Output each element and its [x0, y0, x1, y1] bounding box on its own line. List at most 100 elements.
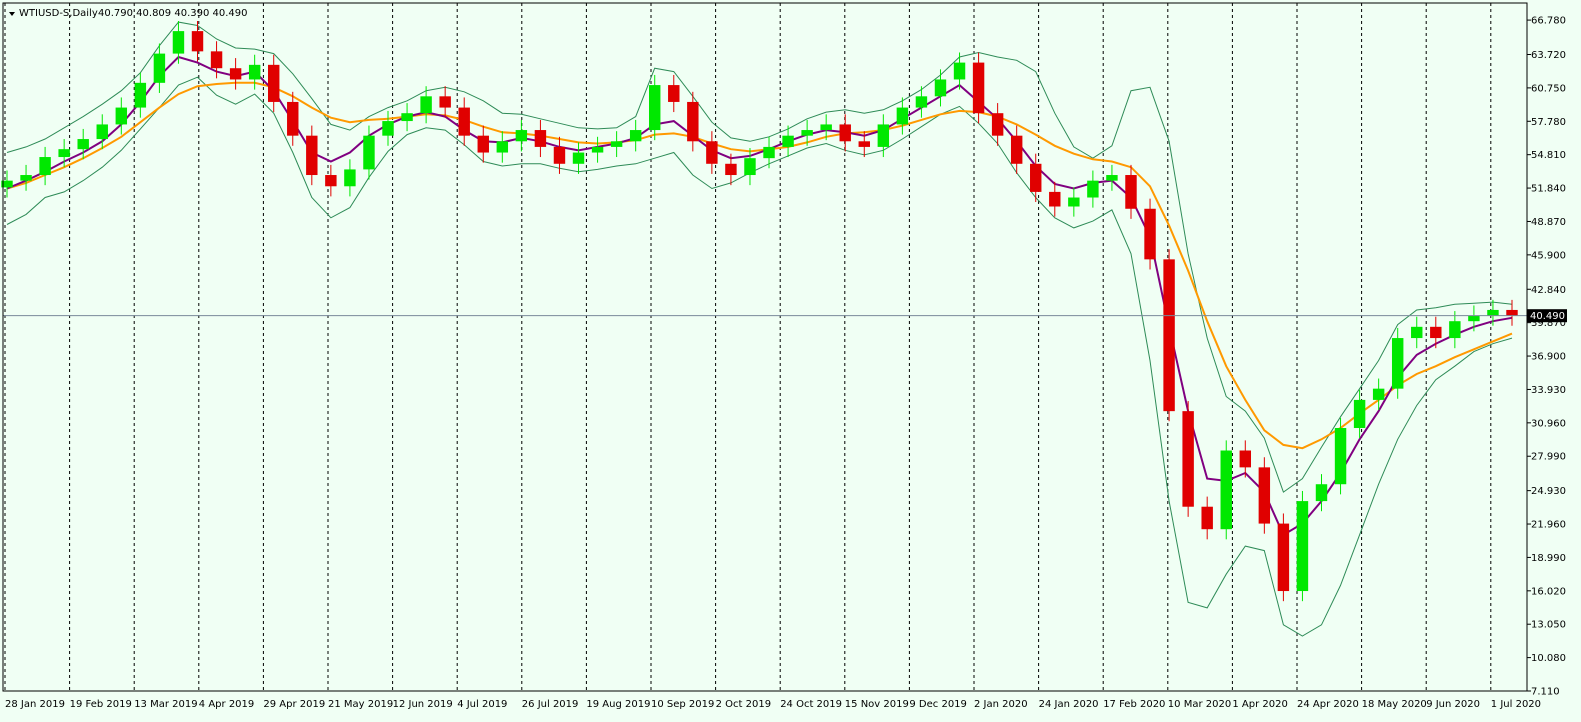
- candle-body: [20, 175, 32, 181]
- x-tick-label: 26 Jul 2019: [522, 699, 579, 710]
- y-tick-label: 63.720: [1531, 50, 1566, 61]
- y-tick-label: 7.110: [1531, 687, 1560, 698]
- candle-body: [439, 96, 451, 108]
- x-tick-label: 10 Mar 2020: [1168, 699, 1231, 710]
- candle-body: [267, 64, 280, 102]
- x-tick-label: 12 Jun 2019: [393, 699, 453, 710]
- candle-body: [782, 135, 794, 147]
- plot-background: [0, 0, 1581, 722]
- y-tick-label: 18.990: [1531, 553, 1566, 564]
- candle-body: [77, 139, 89, 150]
- candle-body: [191, 31, 204, 52]
- candle-body: [401, 113, 413, 122]
- x-tick-label: 19 Aug 2019: [586, 699, 650, 710]
- candle-body: [248, 64, 261, 80]
- last-price-label: 40.490: [1527, 309, 1567, 323]
- candle-body: [858, 141, 870, 147]
- chart-symbol: WTIUSD-S,Daily: [19, 8, 98, 19]
- x-tick-label: 24 Jan 2020: [1039, 699, 1099, 710]
- candle-body: [991, 113, 1004, 136]
- candle-body: [134, 82, 147, 108]
- x-tick-label: 29 Apr 2019: [263, 699, 325, 710]
- last-price-value: 40.490: [1530, 311, 1565, 322]
- x-tick-label: 21 May 2019: [328, 699, 393, 710]
- candle-body: [344, 169, 356, 187]
- price-chart[interactable]: 66.780 63.720 60.750 57.780 54.810 51.840 48.8…: [0, 0, 1581, 722]
- x-tick-label: 18 May 2020: [1362, 699, 1427, 710]
- candle-body: [1391, 338, 1404, 389]
- candle-body: [706, 141, 718, 164]
- x-tick-label: 24 Oct 2019: [780, 699, 842, 710]
- candle-body: [1334, 428, 1347, 485]
- candle-body: [1087, 180, 1099, 198]
- candle-body: [687, 101, 699, 142]
- y-tick-label: 10.080: [1531, 653, 1566, 664]
- candle-body: [1163, 259, 1175, 412]
- candle-body: [1049, 191, 1061, 207]
- x-tick-label: 9 Dec 2019: [909, 699, 967, 710]
- candle-body: [572, 152, 585, 164]
- x-tick-label: 13 Mar 2019: [134, 699, 197, 710]
- y-tick-label: 30.960: [1531, 418, 1566, 429]
- candle-body: [229, 68, 242, 80]
- x-tick-label: 9 Jun 2020: [1426, 699, 1480, 710]
- candle-body: [668, 85, 680, 102]
- candle-body: [115, 107, 128, 125]
- x-tick-label: 19 Feb 2019: [70, 699, 132, 710]
- candle-body: [1030, 163, 1042, 192]
- candle-body: [1068, 197, 1080, 207]
- candle-body: [96, 124, 108, 140]
- candle-body: [534, 130, 547, 147]
- candle-body: [629, 130, 642, 142]
- candle-body: [744, 158, 756, 176]
- candle-body: [1468, 315, 1480, 322]
- y-tick-label: 36.900: [1531, 352, 1566, 363]
- x-tick-label: 2 Jan 2020: [974, 699, 1028, 710]
- candle-body: [1353, 399, 1366, 429]
- candle-body: [1220, 450, 1232, 530]
- x-tick-label: 4 Apr 2019: [199, 699, 254, 710]
- candle-body: [306, 135, 318, 176]
- candle-body: [877, 124, 890, 147]
- candle-body: [972, 62, 985, 114]
- candle-body: [1430, 326, 1442, 339]
- candle-body: [610, 141, 623, 147]
- y-tick-label: 33.930: [1531, 385, 1566, 396]
- price-axis[interactable]: 66.780 63.720 60.750 57.780 54.810 51.840 48.8…: [1527, 16, 1566, 698]
- x-tick-label: 2 Oct 2019: [716, 699, 771, 710]
- candle-body: [839, 124, 851, 142]
- candle-body: [1125, 175, 1137, 209]
- y-tick-label: 42.840: [1531, 285, 1566, 296]
- candle-body: [1506, 309, 1518, 316]
- x-tick-label: 15 Nov 2019: [845, 699, 909, 710]
- candle-body: [1487, 309, 1499, 316]
- candle-body: [896, 107, 909, 125]
- candle-body: [515, 130, 528, 142]
- x-tick-label: 24 Apr 2020: [1297, 699, 1359, 710]
- candle-body: [1144, 208, 1156, 260]
- candle-body: [1201, 506, 1213, 530]
- candle-body: [58, 149, 70, 158]
- candle-body: [325, 175, 337, 187]
- candle-body: [1411, 326, 1423, 339]
- candle-body: [1372, 388, 1385, 400]
- candle-body: [725, 163, 737, 176]
- candle-body: [820, 124, 832, 131]
- candle-body: [1010, 135, 1023, 164]
- y-tick-label: 48.870: [1531, 217, 1566, 228]
- candle-body: [363, 135, 375, 170]
- candle-body: [210, 51, 223, 69]
- y-tick-label: 54.810: [1531, 150, 1566, 161]
- candle-body: [458, 107, 470, 136]
- candle-body: [1449, 321, 1461, 339]
- candle-body: [1277, 523, 1290, 592]
- x-tick-label: 17 Feb 2020: [1103, 699, 1165, 710]
- candle-body: [649, 85, 661, 131]
- candle-body: [287, 101, 299, 136]
- candle-body: [1315, 484, 1328, 502]
- candle-body: [1182, 411, 1194, 507]
- candle-body: [1106, 175, 1118, 181]
- y-tick-label: 16.020: [1531, 586, 1566, 597]
- y-tick-label: 45.900: [1531, 250, 1566, 261]
- y-tick-label: 21.960: [1531, 520, 1566, 531]
